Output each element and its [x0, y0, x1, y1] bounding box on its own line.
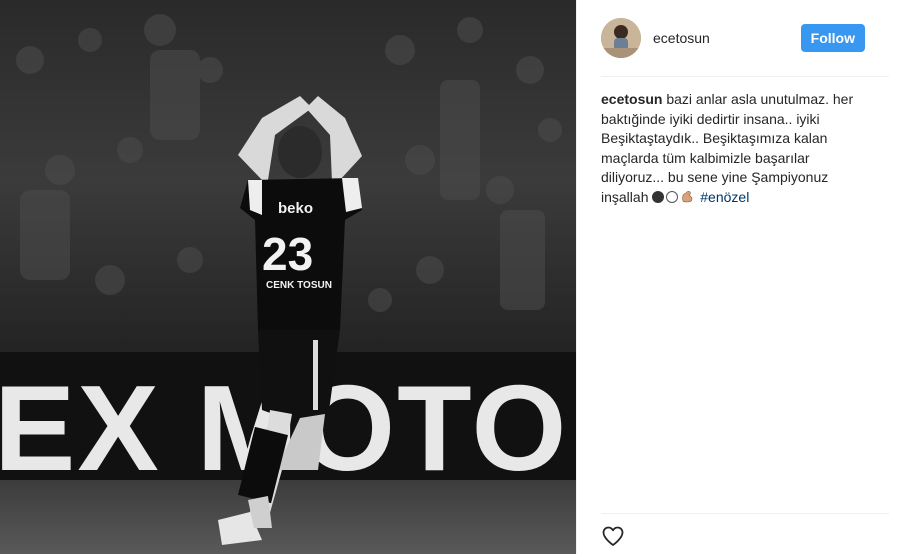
hashtag-link[interactable]: #enözel: [700, 189, 749, 205]
post-sidebar: ecetosun Follow ecetosun bazi anlar asla…: [576, 0, 907, 554]
white-circle-icon: [666, 190, 679, 203]
jersey-name: CENK TOSUN: [266, 280, 332, 291]
actions-divider: [601, 513, 889, 514]
jersey-sponsor: beko: [278, 200, 313, 217]
follow-button[interactable]: Follow: [800, 24, 865, 52]
caption-text: bazi anlar asla unutulmaz. her baktığind…: [601, 91, 854, 205]
heart-icon[interactable]: [601, 524, 625, 548]
post-caption: ecetosun bazi anlar asla unutulmaz. her …: [601, 90, 867, 207]
avatar[interactable]: [601, 18, 641, 58]
post-photo[interactable]: EX MOTOR OI beko 23 CENK TOSUN: [0, 0, 576, 554]
caption-username[interactable]: ecetosun: [601, 91, 662, 107]
pitch: [0, 480, 576, 554]
username-link[interactable]: ecetosun: [653, 30, 801, 46]
jersey-number: 23: [262, 228, 313, 280]
header-divider: [601, 76, 889, 77]
flexed-biceps-icon: [680, 189, 694, 203]
post-header: ecetosun Follow: [601, 16, 865, 60]
black-circle-icon: [652, 190, 665, 203]
